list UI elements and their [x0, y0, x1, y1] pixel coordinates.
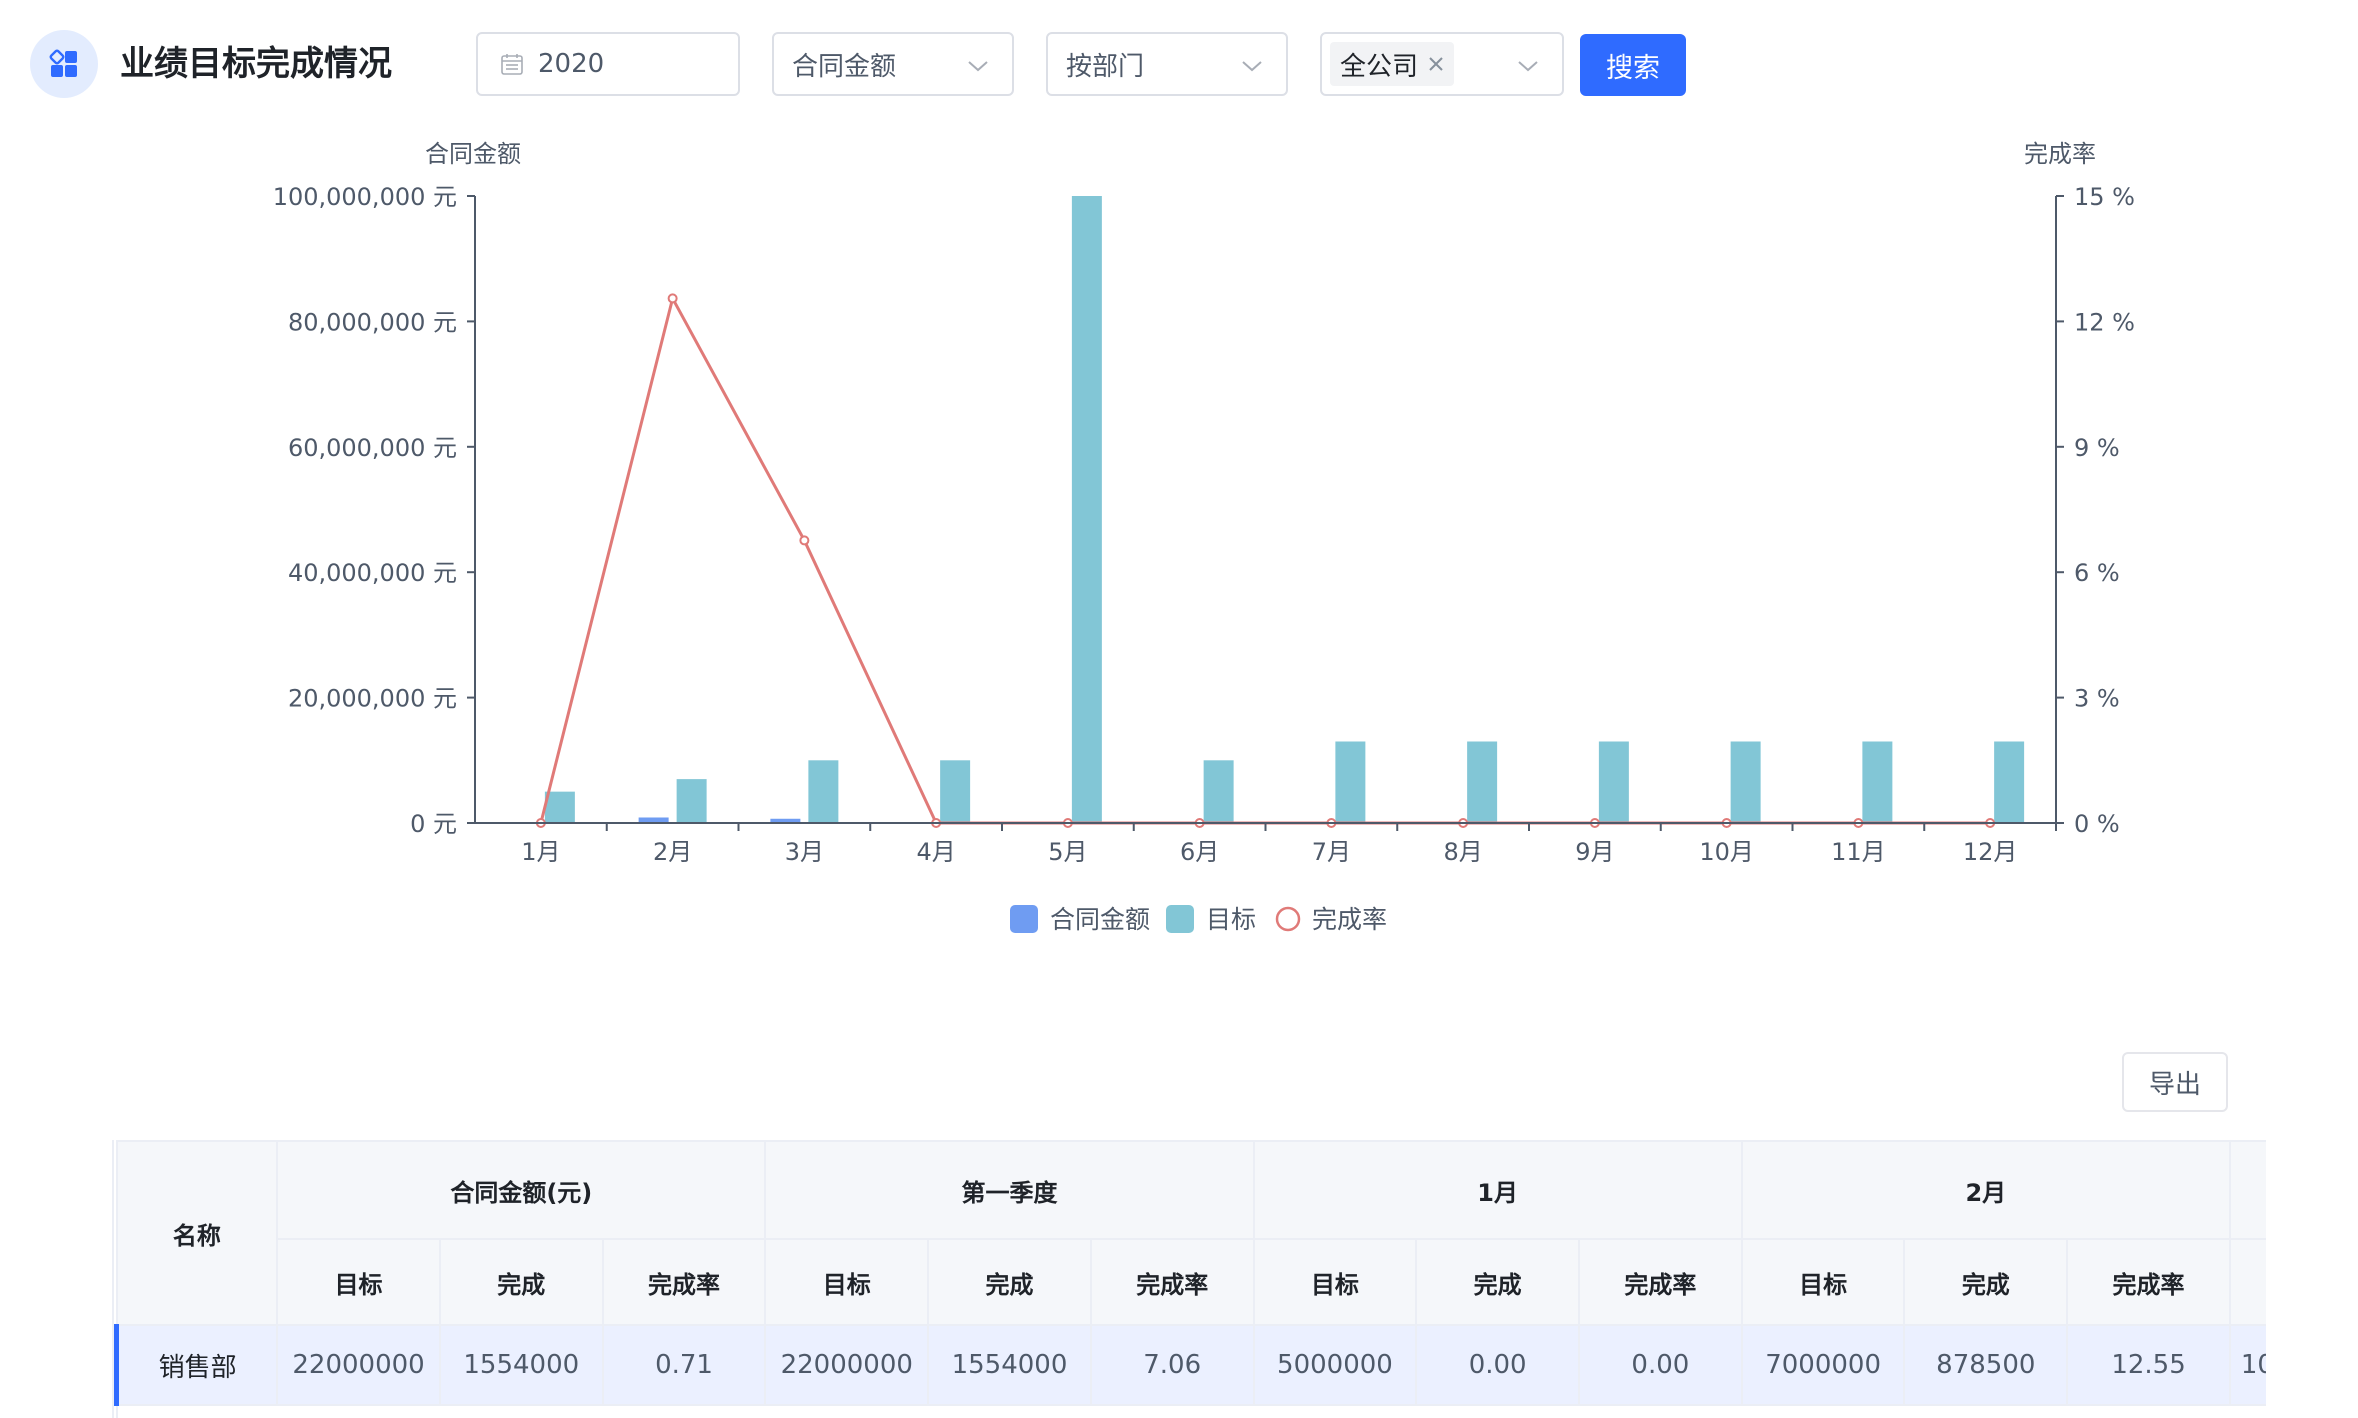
right-tick-label: 9 %: [2074, 434, 2120, 462]
export-button[interactable]: 导出: [2122, 1052, 2228, 1112]
legend-contract-swatch[interactable]: [1010, 905, 1038, 933]
table-cell: 7000000: [1740, 1324, 1906, 1406]
name-header: 名称: [115, 1140, 279, 1326]
x-tick-label: 11月: [1831, 838, 1886, 866]
sub-header-target: 目标: [2228, 1238, 2266, 1326]
right-tick-label: 3 %: [2074, 685, 2120, 713]
legend-target-swatch[interactable]: [1166, 905, 1194, 933]
sub-header-done: 完成: [927, 1238, 1092, 1326]
table-row[interactable]: 销售部 22000000 1554000 0.71 22000000 15540…: [114, 1324, 2266, 1406]
rate-point[interactable]: [667, 293, 678, 304]
target-bar[interactable]: [808, 760, 839, 823]
legend-contract-label[interactable]: 合同金额: [1050, 905, 1150, 934]
sub-header-target: 目标: [764, 1238, 930, 1326]
table-cell: 22000000: [276, 1324, 441, 1406]
legend-rate-swatch[interactable]: [1275, 906, 1301, 932]
x-tick-label: 9月: [1575, 838, 1614, 866]
target-bar[interactable]: [1467, 741, 1498, 823]
left-tick-label: 80,000,000 元: [288, 308, 457, 336]
target-bar[interactable]: [1335, 741, 1366, 823]
x-tick-label: 5月: [1048, 838, 1087, 866]
table-cell: 100: [2228, 1324, 2266, 1406]
x-tick-label: 10月: [1699, 838, 1754, 866]
table-cell: 12.55: [2066, 1324, 2231, 1406]
table-cell: 0.00: [1415, 1324, 1581, 1406]
table-cell: 7.06: [1089, 1324, 1255, 1406]
table-cell: 1554000: [927, 1324, 1092, 1406]
left-tick-label: 0 元: [410, 810, 457, 838]
right-axis-title: 完成率: [2024, 140, 2096, 168]
table-cell: 22000000: [764, 1324, 930, 1406]
x-tick-label: 6月: [1180, 838, 1219, 866]
group-header: 2月: [1740, 1140, 2231, 1240]
target-bar[interactable]: [1203, 760, 1234, 823]
group-header: 第一季度: [764, 1140, 1255, 1240]
group-header: 1月: [1252, 1140, 1743, 1240]
left-tick-label: 100,000,000 元: [273, 183, 457, 211]
legend-rate-label[interactable]: 完成率: [1312, 905, 1387, 934]
target-bar[interactable]: [1071, 196, 1102, 823]
rate-point[interactable]: [799, 535, 810, 546]
table-cell: 878500: [1903, 1324, 2069, 1406]
target-bar[interactable]: [676, 779, 707, 823]
table-cell: 0.00: [1578, 1324, 1743, 1406]
x-tick-label: 4月: [916, 838, 955, 866]
group-header: [2228, 1140, 2266, 1240]
x-tick-label: 12月: [1963, 838, 2018, 866]
legend-target-label[interactable]: 目标: [1206, 905, 1256, 934]
left-tick-label: 60,000,000 元: [288, 434, 457, 462]
sub-header-done: 完成: [1415, 1238, 1581, 1326]
left-axis-title: 合同金额: [425, 140, 521, 168]
sub-header-done: 完成: [438, 1238, 604, 1326]
right-tick-label: 12 %: [2074, 308, 2135, 336]
target-bar[interactable]: [1598, 741, 1629, 823]
right-tick-label: 6 %: [2074, 559, 2120, 587]
x-tick-label: 1月: [521, 838, 560, 866]
left-tick-label: 20,000,000 元: [288, 685, 457, 713]
x-tick-label: 3月: [785, 838, 824, 866]
sub-header-target: 目标: [276, 1238, 441, 1326]
row-name: 销售部: [114, 1324, 279, 1406]
table-empty-row: [115, 1404, 2266, 1418]
rate-line: [539, 294, 1991, 825]
x-tick-label: 7月: [1312, 838, 1351, 866]
group-header: 合同金额(元): [276, 1140, 767, 1240]
sub-header-target: 目标: [1740, 1238, 1906, 1326]
performance-chart: 合同金额 完成率 0 元 20,000,000 元 40,000,000 元 60,0…: [273, 140, 2135, 934]
sub-header-rate: 完成率: [1578, 1238, 1743, 1326]
table-cell: 0.71: [601, 1324, 767, 1406]
table-cell: 5000000: [1252, 1324, 1418, 1406]
target-bar[interactable]: [940, 760, 971, 823]
sub-header-rate: 完成率: [2066, 1238, 2231, 1326]
left-tick-label: 40,000,000 元: [288, 559, 457, 587]
x-tick-label: 2月: [653, 838, 692, 866]
sub-header-done: 完成: [1903, 1238, 2069, 1326]
table-cell: 1554000: [438, 1324, 604, 1406]
target-bar[interactable]: [1730, 741, 1761, 823]
target-bar[interactable]: [544, 791, 575, 823]
x-tick-label: 8月: [1443, 838, 1482, 866]
right-tick-label: 0 %: [2074, 810, 2120, 838]
right-tick-label: 15 %: [2074, 183, 2135, 211]
sub-header-rate: 完成率: [1089, 1238, 1255, 1326]
performance-table: 名称 合同金额(元) 第一季度 1月 2月 目标 完成 完成率 目标 完成 完成…: [112, 1140, 2266, 1418]
target-bar[interactable]: [1994, 741, 2025, 823]
target-bar[interactable]: [1862, 741, 1893, 823]
chart-legend: 合同金额 目标 完成率: [1010, 905, 1387, 934]
sub-header-target: 目标: [1252, 1238, 1418, 1326]
sub-header-rate: 完成率: [601, 1238, 767, 1326]
